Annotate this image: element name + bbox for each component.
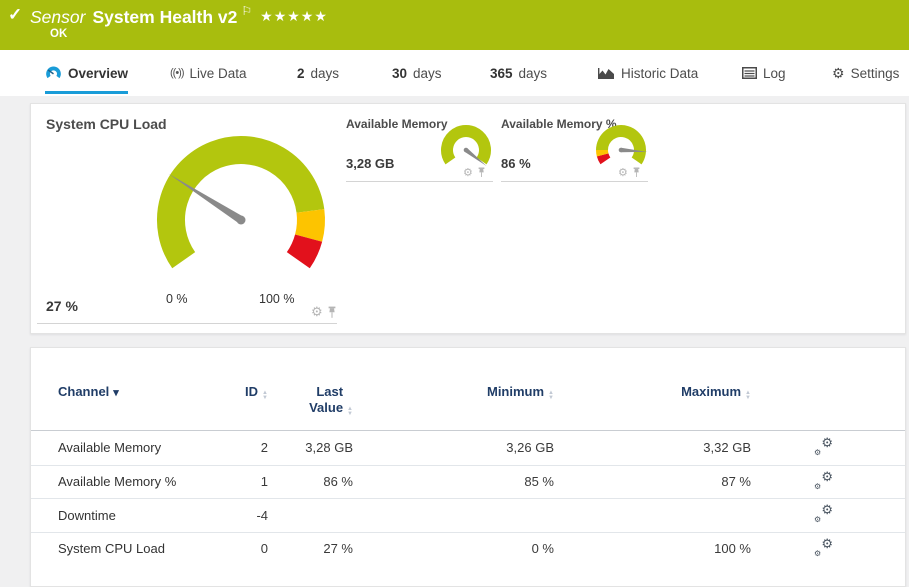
channels-table-panel: Channel ▾ ID ▲ ▼ Last Value ▲ ▼ Minimum ▲ ▼ Max… bbox=[30, 347, 906, 587]
status-badge: OK bbox=[50, 28, 68, 40]
tab-live-data-label: Live Data bbox=[189, 65, 247, 81]
object-kind-label: Sensor bbox=[30, 7, 86, 27]
gear-icon: ⚙ bbox=[832, 64, 845, 81]
status-ok-check-icon: ✓ bbox=[8, 5, 23, 24]
active-tab-underline bbox=[45, 91, 129, 94]
col-header-channel[interactable]: Channel ▾ bbox=[58, 384, 218, 401]
flag-icon[interactable]: ⚐ bbox=[241, 4, 252, 18]
col-header-id[interactable]: ID ▲ ▼ bbox=[218, 384, 268, 401]
tab-log[interactable]: Log bbox=[742, 50, 786, 96]
channel-name: System CPU Load bbox=[58, 541, 165, 557]
broadcast-icon: ((•)) bbox=[170, 67, 184, 79]
table-row[interactable]: Downtime -4 ⚙ ⚙ bbox=[31, 498, 905, 532]
priority-stars[interactable]: ★★★★★ bbox=[260, 8, 328, 24]
tab-historic-data[interactable]: Historic Data bbox=[598, 50, 698, 96]
sensor-header: ✓ Sensor System Health v2 ⚐ ★★★★★ OK bbox=[0, 0, 909, 50]
sort-arrows-icon[interactable]: ▲ ▼ bbox=[745, 390, 751, 401]
table-header-row: Channel ▾ ID ▲ ▼ Last Value ▲ ▼ Minimum ▲ ▼ Max… bbox=[31, 384, 905, 417]
tab-30-days[interactable]: 30 days bbox=[392, 50, 442, 96]
memory-pct-gauge-value: 86 % bbox=[501, 156, 531, 171]
table-row[interactable]: Available Memory % 1 86 % 85 % 87 % ⚙ ⚙ bbox=[31, 464, 905, 499]
col-header-last-value[interactable]: Last Value ▲ ▼ bbox=[268, 384, 353, 417]
sensor-tab-bar: Overview ((•)) Live Data 2 days 30 days … bbox=[0, 50, 909, 96]
area-chart-icon bbox=[598, 67, 615, 80]
tab-overview-label: Overview bbox=[68, 65, 129, 81]
page-title: System Health v2 bbox=[92, 7, 238, 27]
table-row[interactable]: System CPU Load 0 27 % 0 % 100 % ⚙ ⚙ bbox=[31, 531, 905, 566]
pin-icon[interactable] bbox=[477, 167, 486, 178]
sort-arrows-icon[interactable]: ▲ ▼ bbox=[347, 406, 353, 417]
gauges-panel: System CPU Load 0 % 100 % 27 % ⚙ Availab… bbox=[30, 103, 906, 334]
col-header-minimum[interactable]: Minimum ▲ ▼ bbox=[353, 384, 554, 401]
gear-icon[interactable]: ⚙ bbox=[463, 166, 473, 179]
cpu-gauge bbox=[157, 136, 325, 269]
gear-icon[interactable]: ⚙ bbox=[311, 304, 323, 320]
edit-channel-gears-icon[interactable]: ⚙ ⚙ bbox=[814, 536, 833, 558]
cpu-gauge-max-label: 100 % bbox=[259, 292, 295, 306]
gauge-icon bbox=[45, 66, 62, 81]
memory-gauge-value: 3,28 GB bbox=[346, 156, 395, 171]
table-row[interactable]: Available Memory 2 3,28 GB 3,26 GB 3,32 … bbox=[31, 431, 905, 465]
channel-name: Downtime bbox=[58, 507, 116, 523]
tab-overview[interactable]: Overview bbox=[45, 50, 129, 96]
tab-log-label: Log bbox=[763, 65, 786, 81]
tab-live-data[interactable]: ((•)) Live Data bbox=[170, 50, 247, 96]
channel-name: Available Memory bbox=[58, 440, 162, 456]
col-header-maximum[interactable]: Maximum ▲ ▼ bbox=[554, 384, 751, 401]
tab-365-days[interactable]: 365 days bbox=[490, 50, 547, 96]
gear-icon[interactable]: ⚙ bbox=[618, 166, 628, 179]
memory-gauge-title: Available Memory bbox=[346, 117, 448, 131]
edit-channel-gears-icon[interactable]: ⚙ ⚙ bbox=[814, 469, 833, 491]
table-body: Available Memory 2 3,28 GB 3,26 GB 3,32 … bbox=[31, 431, 905, 565]
edit-channel-gears-icon[interactable]: ⚙ ⚙ bbox=[814, 435, 833, 457]
edit-channel-gears-icon[interactable]: ⚙ ⚙ bbox=[814, 502, 833, 524]
cpu-gauge-min-label: 0 % bbox=[166, 292, 188, 306]
pin-icon[interactable] bbox=[632, 167, 641, 178]
log-list-icon bbox=[742, 67, 757, 79]
pin-icon[interactable] bbox=[327, 306, 337, 319]
tab-2-days[interactable]: 2 days bbox=[297, 50, 339, 96]
tab-settings-label: Settings bbox=[850, 65, 900, 81]
tab-historic-label: Historic Data bbox=[621, 65, 699, 81]
sort-caret-icon: ▾ bbox=[113, 387, 119, 399]
cpu-gauge-value: 27 % bbox=[46, 298, 78, 314]
tab-settings[interactable]: ⚙ Settings bbox=[832, 50, 899, 96]
channel-name: Available Memory % bbox=[58, 474, 177, 490]
